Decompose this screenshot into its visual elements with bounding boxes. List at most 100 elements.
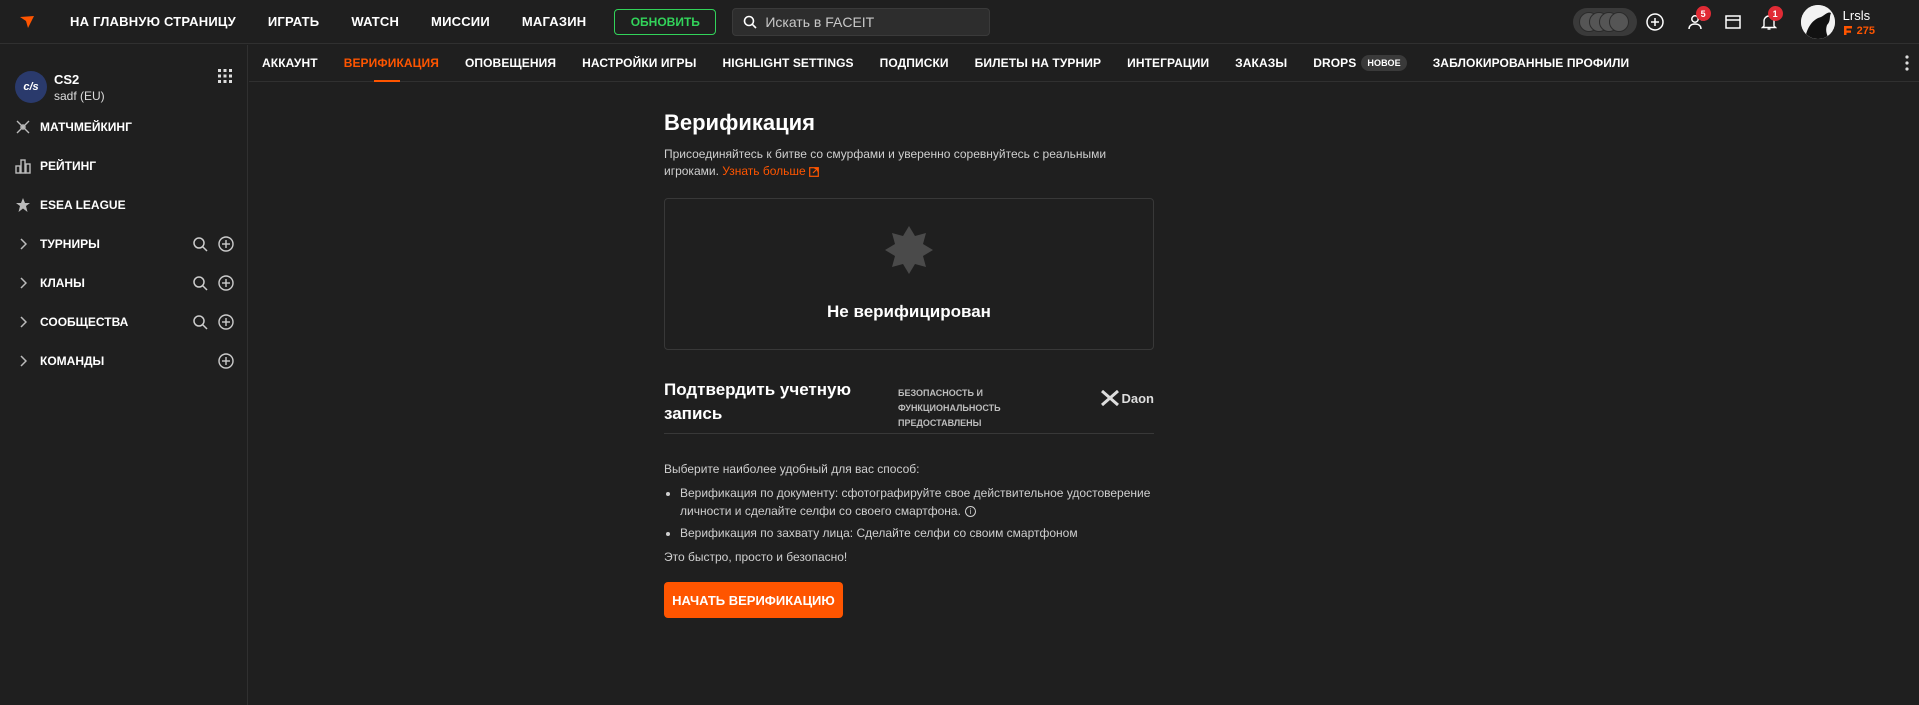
game-selector[interactable]: c/s CS2 sadf (EU) [0, 45, 247, 115]
sidebar-item-clans[interactable]: КЛАНЫ [0, 263, 248, 303]
search-icon[interactable] [192, 236, 208, 252]
chevron-right-icon [13, 238, 33, 250]
cs2-logo: c/s [15, 71, 47, 103]
provided-by-text: БЕЗОПАСНОСТЬ И ФУНКЦИОНАЛЬНОСТЬ ПРЕДОСТА… [898, 388, 1001, 428]
top-right-controls: 5 1 Lrsls 275 [1572, 0, 1919, 44]
tab-blocked-profiles[interactable]: ЗАБЛОКИРОВАННЫЕ ПРОФИЛИ [1433, 45, 1630, 82]
sidebar-item-tournaments[interactable]: ТУРНИРЫ [0, 224, 248, 264]
sidebar-item-esea[interactable]: ESEA LEAGUE [0, 185, 248, 225]
choose-method-text: Выберите наиболее удобный для вас способ… [664, 462, 920, 476]
sidebar-item-label: КЛАНЫ [40, 276, 85, 290]
safe-text: Это быстро, просто и безопасно! [664, 550, 848, 564]
tab-subscriptions[interactable]: ПОДПИСКИ [880, 45, 949, 82]
chevron-right-icon [13, 316, 33, 328]
add-party-button[interactable] [1637, 4, 1673, 40]
sidebar-item-label: СООБЩЕСТВА [40, 315, 129, 329]
sidebar-item-label: ТУРНИРЫ [40, 237, 100, 251]
learn-more-label: Узнать больше [722, 164, 806, 178]
plus-circle-icon [1645, 13, 1664, 31]
tab-drops-label: DROPS [1313, 56, 1357, 70]
tab-integrations[interactable]: ИНТЕГРАЦИИ [1127, 45, 1209, 82]
sidebar-item-label: ESEA LEAGUE [40, 198, 126, 212]
faceit-points-icon [1843, 26, 1852, 35]
friends-button[interactable]: 5 [1679, 4, 1715, 40]
ranking-icon [13, 158, 33, 174]
search-box[interactable] [732, 7, 991, 36]
external-link-icon [809, 166, 819, 177]
sidebar-item-matchmaking[interactable]: МАТЧМЕЙКИНГ [0, 107, 248, 147]
notifications-badge: 1 [1767, 6, 1783, 21]
page-title: Верификация [664, 110, 815, 135]
tab-game-settings[interactable]: НАСТРОЙКИ ИГРЫ [582, 45, 696, 82]
tab-notifications[interactable]: ОПОВЕЩЕНИЯ [465, 45, 556, 82]
search-icon[interactable] [192, 275, 208, 291]
nav-missions[interactable]: МИССИИ [431, 14, 490, 29]
sidebar-item-label: РЕЙТИНГ [40, 159, 97, 173]
sidebar: c/s CS2 sadf (EU) МАТЧМЕЙКИНГ РЕЙТИНГ ES… [0, 45, 248, 705]
nav-home[interactable]: НА ГЛАВНУЮ СТРАНИЦУ [70, 14, 236, 29]
upgrade-button[interactable]: ОБНОВИТЬ [614, 8, 717, 35]
esea-icon [13, 197, 33, 213]
party-slot-icon [1608, 12, 1629, 32]
matchmaking-icon [13, 119, 33, 135]
verification-status: Не верифицирован [827, 302, 991, 321]
tab-account[interactable]: АККАУНТ [262, 45, 318, 82]
notifications-button[interactable]: 1 [1751, 4, 1787, 40]
sidebar-item-label: КОМАНДЫ [40, 354, 105, 368]
game-title: CS2 [54, 71, 80, 87]
new-badge: НОВОЕ [1361, 55, 1407, 71]
search-input[interactable] [765, 13, 966, 30]
verification-panel: Верификация Присоединяйтесь к битве со с… [664, 82, 1154, 618]
method-document: Верификация по документу: сфотографируйт… [680, 484, 1154, 520]
method-face-capture: Верификация по захвату лица: Сделайте се… [680, 524, 1154, 542]
tab-drops[interactable]: DROPS НОВОЕ [1313, 45, 1407, 82]
avatar[interactable] [1800, 5, 1835, 39]
chevron-right-icon [13, 355, 33, 367]
verification-status-card: Не верифицирован [664, 198, 1154, 350]
plus-circle-icon[interactable] [218, 275, 234, 291]
plus-circle-icon[interactable] [218, 236, 234, 252]
inventory-button[interactable] [1715, 4, 1751, 40]
sidebar-item-communities[interactable]: СООБЩЕСТВА [0, 302, 248, 342]
verify-account-title: Подтвердить учетную запись [664, 380, 851, 423]
game-subtitle: sadf (EU) [54, 88, 105, 103]
intro-text: Присоединяйтесь к битве со смурфами и ув… [664, 146, 1134, 180]
more-icon[interactable] [1905, 55, 1909, 76]
tab-highlight-settings[interactable]: HIGHLIGHT SETTINGS [723, 45, 854, 82]
nav-play[interactable]: ИГРАТЬ [268, 14, 319, 29]
tab-orders[interactable]: ЗАКАЗЫ [1235, 45, 1287, 82]
verify-account-header: Подтвердить учетную запись БЕЗОПАСНОСТЬ … [664, 378, 1154, 434]
tab-tournament-tickets[interactable]: БИЛЕТЫ НА ТУРНИР [975, 45, 1101, 82]
plus-circle-icon[interactable] [218, 314, 234, 330]
daon-mark-icon [1100, 390, 1119, 406]
provider-name: Daon [1121, 390, 1155, 406]
faceit-points: 275 [1843, 25, 1875, 37]
top-bar: НА ГЛАВНУЮ СТРАНИЦУ ИГРАТЬ WATCH МИССИИ … [0, 0, 1919, 44]
sidebar-item-teams[interactable]: КОМАНДЫ [0, 341, 248, 381]
username: Lrsls [1842, 7, 1871, 23]
window-icon [1724, 15, 1741, 29]
points-value: 275 [1856, 24, 1875, 37]
nav-watch[interactable]: WATCH [351, 14, 399, 29]
search-icon[interactable] [192, 314, 208, 330]
learn-more-link[interactable]: Узнать больше [722, 164, 819, 178]
faceit-logo[interactable] [0, 0, 54, 44]
nav-shop[interactable]: МАГАЗИН [522, 14, 586, 29]
friends-badge: 5 [1695, 6, 1711, 21]
info-icon[interactable]: i [964, 506, 976, 518]
apps-grid-icon[interactable] [218, 69, 232, 88]
tab-verification[interactable]: ВЕРИФИКАЦИЯ [344, 45, 439, 82]
sidebar-item-ranking[interactable]: РЕЙТИНГ [0, 146, 248, 186]
sidebar-item-label: МАТЧМЕЙКИНГ [40, 120, 132, 134]
user-info[interactable]: Lrsls 275 [1843, 8, 1875, 37]
party-slots[interactable] [1572, 8, 1637, 36]
method-document-text: Верификация по документу: сфотографируйт… [680, 486, 1151, 518]
verification-methods: Верификация по документу: сфотографируйт… [664, 484, 1154, 542]
start-verification-button[interactable]: Начать верификацию [664, 582, 843, 618]
chevron-right-icon [13, 277, 33, 289]
search-icon [744, 15, 757, 29]
top-nav: НА ГЛАВНУЮ СТРАНИЦУ ИГРАТЬ WATCH МИССИИ … [54, 0, 602, 44]
plus-circle-icon[interactable] [218, 353, 234, 369]
daon-logo: Daon [1100, 390, 1155, 406]
unverified-badge-icon [884, 225, 934, 280]
